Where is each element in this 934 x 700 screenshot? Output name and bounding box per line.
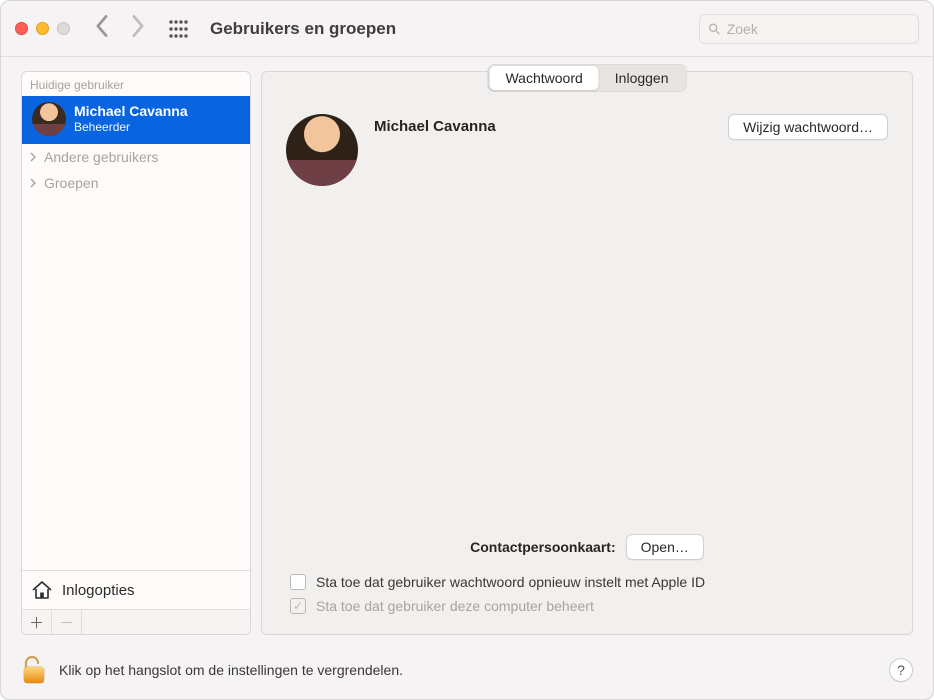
nav-arrows [94,15,146,42]
close-window-button[interactable] [15,22,28,35]
current-user-role: Beheerder [74,120,188,134]
allow-admin-label: Sta toe dat gebruiker deze computer behe… [316,598,594,614]
lock-hint-text: Klik op het hangslot om de instellingen … [59,662,403,678]
window-controls [15,22,70,35]
checkbox-icon: ✓ [290,598,306,614]
show-all-prefs-button[interactable] [168,19,188,39]
footer: Klik op het hangslot om de instellingen … [1,641,933,699]
search-input[interactable] [727,21,910,37]
help-button[interactable]: ? [889,658,913,682]
main-area: Wachtwoord Inloggen Michael Cavanna Wijz… [261,71,913,635]
open-contacts-button[interactable]: Open… [626,534,704,560]
add-user-button[interactable]: ＋ [22,610,52,634]
sidebar-current-user[interactable]: Michael Cavanna Beheerder [22,96,250,144]
sidebar-section-current: Huidige gebruiker [22,72,250,96]
chevron-right-icon [28,152,38,162]
segmented-tabs: Wachtwoord Inloggen [487,64,686,92]
preferences-window: Gebruikers en groepen Huidige gebruiker … [0,0,934,700]
body: Huidige gebruiker Michael Cavanna Beheer… [1,57,933,641]
tab-password[interactable]: Wachtwoord [489,66,598,90]
forward-button[interactable] [130,15,146,42]
remove-user-button[interactable]: － [52,610,82,634]
user-avatar[interactable] [286,114,358,186]
allow-reset-password-label: Sta toe dat gebruiker wachtwoord opnieuw… [316,574,705,590]
checkbox-icon [290,574,306,590]
users-sidebar: Huidige gebruiker Michael Cavanna Beheer… [21,71,251,635]
sidebar-other-users-label: Andere gebruikers [44,149,158,165]
change-password-button[interactable]: Wijzig wachtwoord… [728,114,888,140]
allow-reset-password-checkbox[interactable]: Sta toe dat gebruiker wachtwoord opnieuw… [290,574,888,590]
sidebar-groups-label: Groepen [44,175,98,191]
sidebar-other-users[interactable]: Andere gebruikers [22,144,250,170]
panel-user-name: Michael Cavanna [374,118,496,135]
house-icon [30,579,54,601]
current-user-name: Michael Cavanna [74,104,188,119]
login-options-button[interactable]: Inlogopties [22,570,250,609]
minimize-window-button[interactable] [36,22,49,35]
search-icon [708,22,721,36]
zoom-window-button[interactable] [57,22,70,35]
back-button[interactable] [94,15,110,42]
login-options-label: Inlogopties [62,582,135,599]
avatar-icon [32,102,66,136]
search-field[interactable] [699,14,919,44]
password-panel: Michael Cavanna Wijzig wachtwoord… Conta… [261,71,913,635]
add-remove-bar: ＋ － [22,609,250,634]
chevron-right-icon [28,178,38,188]
contacts-card-label: Contactpersoonkaart: [470,539,615,555]
sidebar-groups[interactable]: Groepen [22,170,250,196]
allow-admin-checkbox: ✓ Sta toe dat gebruiker deze computer be… [290,598,888,614]
tab-login[interactable]: Inloggen [599,66,685,90]
lock-open-icon[interactable] [21,655,47,685]
titlebar: Gebruikers en groepen [1,1,933,57]
pane-title: Gebruikers en groepen [210,19,396,39]
